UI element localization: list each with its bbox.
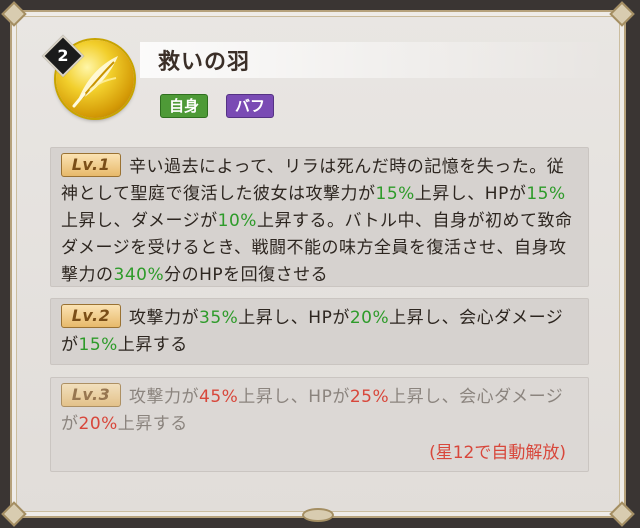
value-highlight: 35% — [199, 308, 239, 328]
value-highlight: 15% — [375, 184, 415, 204]
skill-number: 2 — [57, 46, 69, 65]
value-highlight: 45% — [199, 387, 239, 407]
level-3-box: Lv.3 攻撃力が45%上昇し、HPが25%上昇し、会心ダメージが20%上昇する … — [50, 377, 589, 472]
value-highlight: 20% — [349, 308, 390, 328]
text-segment: 上昇する — [117, 335, 188, 355]
skill-title: 救いの羽 — [158, 50, 251, 75]
value-highlight: 15% — [526, 184, 566, 204]
tag-self: 自身 — [160, 94, 209, 118]
level-badge: Lv.3 — [61, 383, 121, 407]
level-3-description: Lv.3 攻撃力が45%上昇し、HPが25%上昇し、会心ダメージが20%上昇する — [61, 383, 580, 438]
level-3-text: 攻撃力が45%上昇し、HPが25%上昇し、会心ダメージが20%上昇する — [61, 387, 563, 434]
level-1-box: Lv.1 辛い過去によって、リラは死んだ時の記憶を失った。従神として聖庭で復活した… — [50, 147, 589, 287]
text-segment: 上昇し、HPが — [414, 184, 527, 204]
text-segment: 上昇し、HPが — [238, 308, 350, 328]
text-segment: 上昇し、HPが — [238, 387, 350, 407]
level-badge: Lv.2 — [61, 304, 121, 328]
level-badge: Lv.1 — [61, 153, 121, 177]
value-highlight: 25% — [349, 387, 390, 407]
level-2-box: Lv.2 攻撃力が35%上昇し、HPが20%上昇し、会心ダメージが15%上昇する — [50, 298, 589, 365]
value-highlight: 15% — [78, 335, 118, 355]
level-1-text: 辛い過去によって、リラは死んだ時の記憶を失った。従神として聖庭で復活した彼女は攻… — [61, 157, 572, 285]
text-segment: 上昇する — [117, 414, 188, 434]
value-highlight: 10% — [217, 211, 257, 231]
level-1-description: Lv.1 辛い過去によって、リラは死んだ時の記憶を失った。従神として聖庭で復活した… — [61, 153, 580, 289]
tag-buff: バフ — [226, 94, 275, 118]
level-2-text: 攻撃力が35%上昇し、HPが20%上昇し、会心ダメージが15%上昇する — [61, 308, 563, 355]
text-segment: 上昇し、ダメージが — [61, 211, 218, 231]
unlock-note: (星12で自動解放) — [429, 443, 566, 463]
corner-ornament — [609, 501, 635, 527]
corner-ornament — [609, 1, 635, 27]
bottom-ornament — [302, 508, 334, 522]
corner-ornament — [1, 501, 27, 527]
text-segment: 攻撃力が — [129, 308, 199, 328]
value-highlight: 20% — [78, 414, 118, 434]
value-highlight: 340% — [113, 265, 165, 285]
corner-ornament — [1, 1, 27, 27]
level-2-description: Lv.2 攻撃力が35%上昇し、HPが20%上昇し、会心ダメージが15%上昇する — [61, 304, 580, 359]
text-segment: 攻撃力が — [129, 387, 199, 407]
text-segment: 分のHPを回復させる — [164, 265, 329, 285]
